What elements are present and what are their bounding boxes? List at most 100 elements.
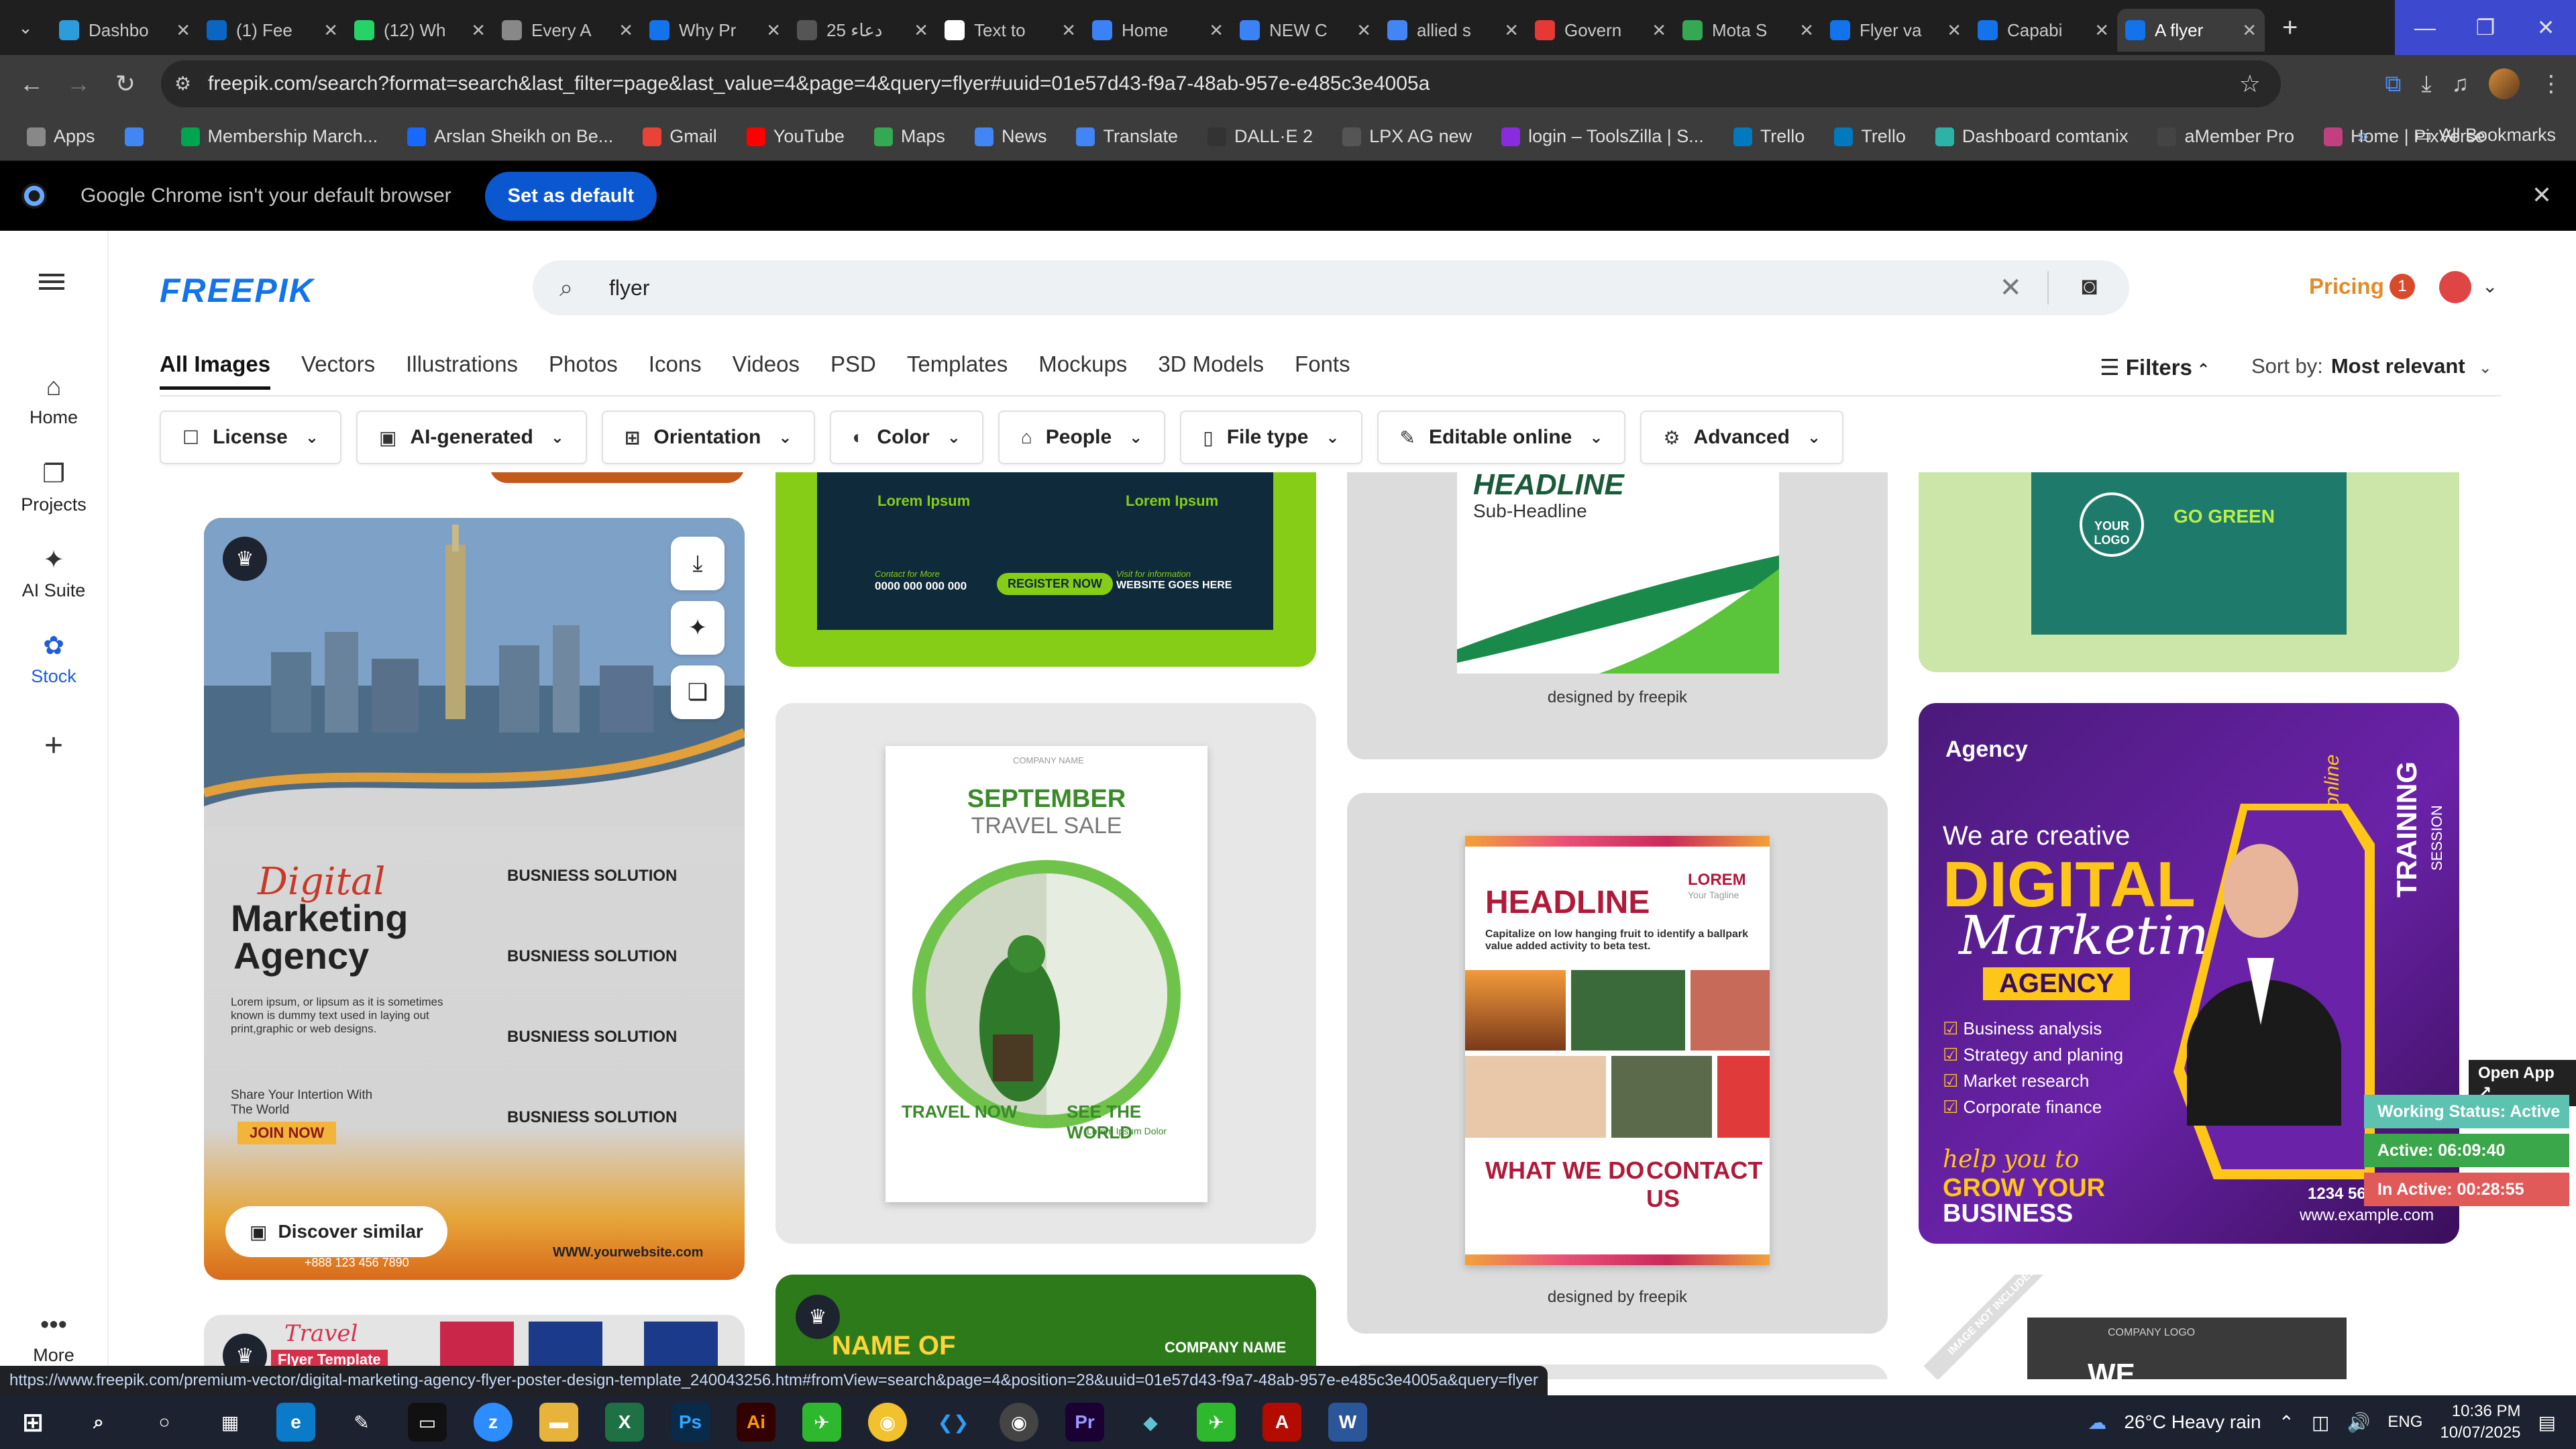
network-icon[interactable]: ◫	[2312, 1411, 2329, 1434]
file-explorer-icon[interactable]: ▬	[539, 1403, 578, 1442]
filter-ai-generated[interactable]: ▣ AI-generated ⌄	[356, 411, 587, 464]
clock[interactable]: 10:36 PM 10/07/2025	[2440, 1401, 2520, 1444]
tab-close-icon[interactable]: ✕	[1947, 20, 1962, 41]
tab-fonts[interactable]: Fonts	[1295, 352, 1350, 390]
filter-people[interactable]: ⌂ People ⌄	[998, 411, 1166, 464]
tab-illustrations[interactable]: Illustrations	[406, 352, 518, 390]
close-window-button[interactable]: ✕	[2516, 0, 2576, 55]
tab-3d-models[interactable]: 3D Models	[1158, 352, 1264, 390]
browser-tab[interactable]: Flyer va ✕	[1822, 9, 1970, 52]
tab-close-icon[interactable]: ✕	[766, 20, 781, 41]
browser-tab[interactable]: Dashbo ✕	[51, 9, 199, 52]
tab-close-icon[interactable]: ✕	[1799, 20, 1814, 41]
result-card-top-1[interactable]	[490, 472, 745, 483]
tab-icons[interactable]: Icons	[649, 352, 702, 390]
browser-tab[interactable]: Mota S ✕	[1674, 9, 1822, 52]
result-card-green-company[interactable]: ♛ NAME OF COMPANY NAME	[775, 1275, 1316, 1379]
browser-tab[interactable]: (1) Fee ✕	[199, 9, 346, 52]
pen-icon[interactable]: ✎	[342, 1403, 381, 1442]
illustrator-icon[interactable]: Ai	[737, 1403, 775, 1442]
bookmark-item[interactable]: Arslan Sheikh on Be...	[407, 126, 613, 147]
media-control-icon[interactable]: ♫	[2452, 71, 2469, 97]
filter-color[interactable]: ◐ Color ⌄	[829, 411, 983, 464]
task-view-icon[interactable]: ▦	[211, 1403, 250, 1442]
app-green-icon[interactable]: ✈	[802, 1403, 841, 1442]
bookmark-item[interactable]: Gmail	[643, 126, 717, 147]
chrome-active-icon[interactable]: ◉	[1000, 1403, 1038, 1442]
windows-start-icon[interactable]: ⊞	[13, 1403, 52, 1442]
extensions-icon[interactable]: ⧉	[2385, 71, 2401, 97]
acrobat-icon[interactable]: A	[1263, 1403, 1301, 1442]
set-default-button[interactable]: Set as default	[484, 171, 657, 221]
nav-home[interactable]: ⌂ Home	[0, 373, 107, 428]
tab-close-icon[interactable]: ✕	[176, 20, 191, 41]
browser-tab[interactable]: Text to ✕	[936, 9, 1084, 52]
tab-psd[interactable]: PSD	[830, 352, 876, 390]
language-indicator[interactable]: ENG	[2387, 1413, 2422, 1432]
all-bookmarks[interactable]: ▭ All Bookmarks	[2415, 125, 2556, 146]
photoshop-icon[interactable]: Ps	[671, 1403, 710, 1442]
volume-icon[interactable]: 🔊	[2347, 1411, 2371, 1434]
bookmarks-overflow-icon[interactable]: »	[2357, 125, 2369, 148]
tab-close-icon[interactable]: ✕	[1652, 20, 1666, 41]
tab-close-icon[interactable]: ✕	[1209, 20, 1224, 41]
bookmark-star-icon[interactable]: ☆	[2239, 70, 2261, 98]
filter-editable-online[interactable]: ✎ Editable online ⌄	[1377, 411, 1626, 464]
cortana-icon[interactable]: ○	[145, 1403, 184, 1442]
tab-close-icon[interactable]: ✕	[914, 20, 928, 41]
filter-advanced[interactable]: ⚙ Advanced ⌄	[1640, 411, 1844, 464]
browser-tab[interactable]: Home ✕	[1084, 9, 1232, 52]
browser-tab[interactable]: Govern ✕	[1527, 9, 1674, 52]
chrome-icon[interactable]: ◉	[868, 1403, 907, 1442]
new-tab-button[interactable]: +	[2282, 13, 2298, 43]
notification-badge[interactable]: 1	[2390, 274, 2415, 299]
tab-all-images[interactable]: All Images	[160, 352, 271, 390]
tab-close-icon[interactable]: ✕	[619, 20, 633, 41]
bookmark-item[interactable]: Maps	[873, 126, 945, 147]
browser-tab[interactable]: Every A ✕	[494, 9, 641, 52]
app-diamond-icon[interactable]: ◆	[1131, 1403, 1170, 1442]
site-info-icon[interactable]: ⚙	[174, 72, 197, 95]
save-to-collection-icon[interactable]: ❏	[671, 665, 724, 719]
tab-close-icon[interactable]: ✕	[2242, 20, 2257, 41]
tab-vectors[interactable]: Vectors	[301, 352, 375, 390]
bookmark-item[interactable]: Translate	[1076, 126, 1178, 147]
app-green2-icon[interactable]: ✈	[1197, 1403, 1236, 1442]
pricing-link[interactable]: Pricing	[2309, 274, 2384, 299]
tab-close-icon[interactable]: ✕	[2094, 20, 2109, 41]
tab-close-icon[interactable]: ✕	[1356, 20, 1371, 41]
tab-videos[interactable]: Videos	[733, 352, 800, 390]
zoom-icon[interactable]: z	[474, 1403, 513, 1442]
bookmark-item[interactable]: Trello	[1834, 126, 1906, 147]
result-card-digital-marketing[interactable]: ♛ ⤓ ✦ ❏ Digital Marketing Agency Lorem i…	[204, 518, 745, 1280]
menu-dots-icon[interactable]: ⋮	[2540, 70, 2563, 97]
result-card-travel-sale[interactable]: COMPANY NAME SEPTEMBER TRAVEL SALE TRAVE…	[775, 703, 1316, 1244]
forward-icon[interactable]: →	[55, 60, 102, 107]
bookmark-item[interactable]: DALL·E 2	[1208, 126, 1313, 147]
download-icon[interactable]: ⤓	[671, 537, 724, 590]
bookmark-item[interactable]: YouTube	[746, 126, 845, 147]
tab-close-icon[interactable]: ✕	[1061, 20, 1076, 41]
profile-avatar[interactable]	[2489, 68, 2520, 99]
discover-similar-button[interactable]: ▣ Discover similar	[225, 1206, 447, 1257]
result-card-headline-lorem[interactable]: HEADLINE LOREM Your Tagline Capitalize o…	[1347, 793, 1888, 1334]
minimize-button[interactable]: —	[2395, 0, 2455, 55]
result-card-go-green[interactable]: YOUR LOGO GO GREEN	[1919, 472, 2459, 672]
bookmark-item[interactable]: login – ToolsZilla | S...	[1501, 126, 1704, 147]
browser-tab[interactable]: Capabi ✕	[1970, 9, 2117, 52]
tab-search-icon[interactable]: ⌄	[0, 4, 51, 51]
filter-file-type[interactable]: ▯ File type ⌄	[1180, 411, 1362, 464]
notifications-icon[interactable]: ▤	[2538, 1411, 2556, 1434]
ai-edit-icon[interactable]: ✦	[671, 601, 724, 655]
tab-mockups[interactable]: Mockups	[1038, 352, 1127, 390]
tab-close-icon[interactable]: ✕	[1504, 20, 1519, 41]
clear-search-icon[interactable]: ✕	[1999, 272, 2022, 303]
filter-license[interactable]: ☐ License ⌄	[160, 411, 341, 464]
tray-chevron-icon[interactable]: ⌃	[2279, 1411, 2294, 1434]
browser-tab[interactable]: (12) Wh ✕	[346, 9, 494, 52]
sort-dropdown[interactable]: Sort by: Most relevant ⌄	[2251, 354, 2492, 378]
freepik-logo[interactable]: FREEPIK	[160, 271, 315, 310]
premiere-icon[interactable]: Pr	[1065, 1403, 1104, 1442]
weather-text[interactable]: 26°C Heavy rain	[2124, 1411, 2261, 1433]
camera-search-icon[interactable]: ◙	[2082, 272, 2097, 301]
